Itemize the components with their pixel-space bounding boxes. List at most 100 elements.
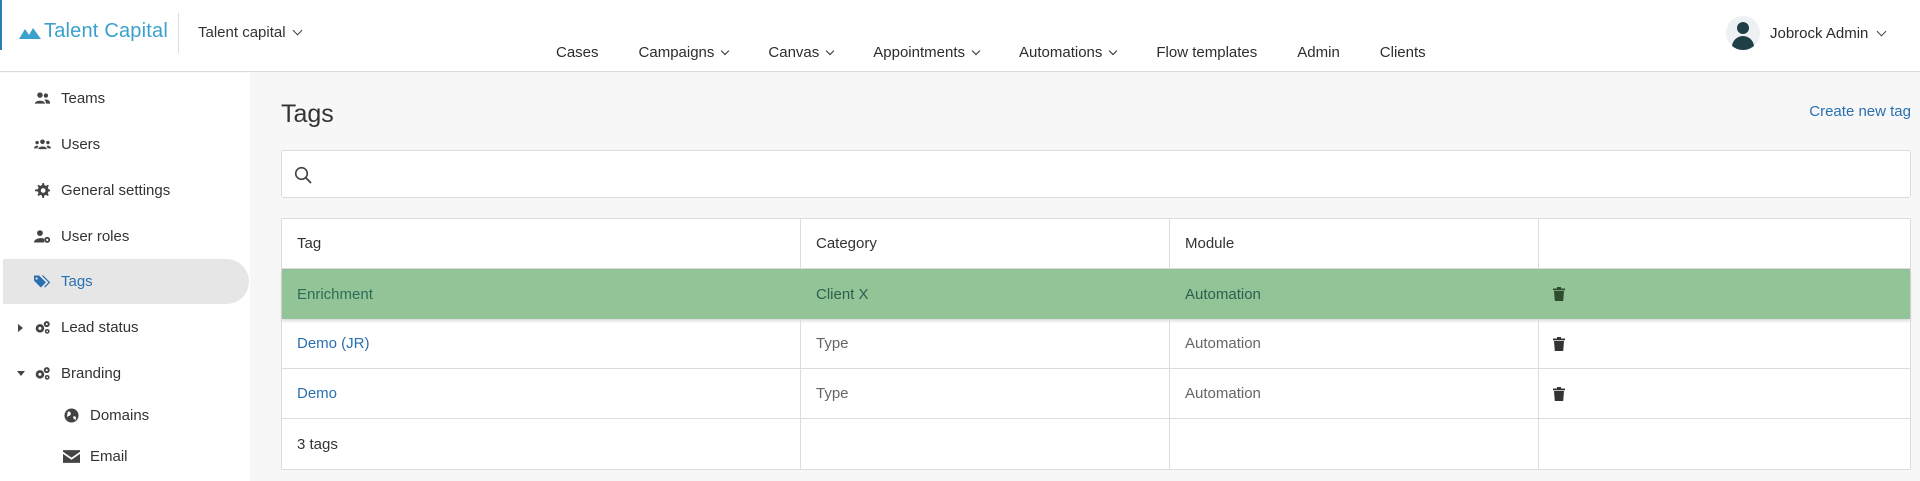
sidebar-item-label: Lead status	[61, 319, 139, 336]
chevron-down-icon	[1109, 46, 1118, 55]
row-actions	[1539, 319, 1910, 368]
tag-module: Automation	[1185, 285, 1261, 303]
tag-name[interactable]: Enrichment	[282, 269, 801, 319]
trash-icon[interactable]	[1553, 287, 1565, 301]
divider	[178, 13, 179, 53]
nav-label: Cases	[556, 44, 599, 61]
caret-down-icon[interactable]	[17, 371, 25, 376]
tag-link[interactable]: Demo	[297, 385, 337, 402]
trash-icon[interactable]	[1553, 386, 1565, 401]
sidebar-item-label: General settings	[61, 182, 171, 199]
avatar	[1726, 16, 1760, 50]
main-nav: Cases Campaigns Canvas Appointments Auto…	[556, 44, 1466, 61]
nav-label: Canvas	[768, 44, 820, 61]
tag-link[interactable]: Enrichment	[297, 286, 373, 303]
user-cog-icon	[33, 229, 51, 245]
column-header-module[interactable]: Module	[1170, 219, 1539, 268]
sidebar-item-label: Domains	[90, 407, 150, 424]
sidebar-item-users[interactable]: Users	[3, 122, 249, 167]
chevron-down-icon	[971, 46, 981, 55]
tags-table: Tag Category Module Enrichment Client X …	[281, 218, 1911, 470]
row-actions	[1539, 269, 1910, 319]
brand-name: Talent Capital	[44, 20, 168, 42]
nav-label: Campaigns	[638, 44, 715, 61]
table-row[interactable]: Demo Type Automation	[282, 369, 1910, 419]
row-actions	[1539, 369, 1910, 418]
logo-mountain-icon	[19, 27, 41, 39]
nav-admin[interactable]: Admin	[1297, 44, 1360, 61]
column-header-tag[interactable]: Tag	[282, 219, 801, 268]
nav-flow-templates[interactable]: Flow templates	[1156, 44, 1277, 61]
create-new-tag-link[interactable]: Create new tag	[1809, 103, 1911, 120]
nav-clients[interactable]: Clients	[1380, 44, 1446, 61]
tag-module: Automation	[1170, 369, 1539, 418]
globe-icon	[62, 408, 80, 424]
column-header-actions	[1539, 219, 1910, 268]
sidebar-item-email[interactable]: Email	[3, 434, 249, 479]
user-group-icon	[33, 137, 51, 153]
search-box[interactable]	[281, 150, 1911, 198]
edge-accent	[0, 0, 2, 50]
chevron-down-icon	[1876, 26, 1887, 36]
table-footer-row: 3 tags	[282, 419, 1910, 469]
workspace-selector[interactable]: Talent capital	[198, 24, 303, 41]
nav-label: Admin	[1297, 44, 1340, 61]
nav-label: Clients	[1379, 44, 1426, 61]
sidebar-item-lead-status[interactable]: Lead status	[3, 305, 249, 350]
sidebar-item-branding[interactable]: Branding	[3, 351, 249, 396]
nav-label: Automations	[1019, 44, 1103, 61]
user-menu[interactable]: Jobrock Admin	[1726, 16, 1887, 50]
chevron-down-icon	[292, 25, 303, 36]
sidebar-item-tags[interactable]: Tags	[3, 259, 249, 304]
sidebar-item-label: Email	[90, 448, 128, 465]
search-icon	[294, 166, 312, 184]
sidebar-item-domains[interactable]: Domains	[3, 393, 249, 438]
gear-icon	[33, 183, 51, 199]
nav-automations[interactable]: Automations	[1019, 44, 1136, 61]
trash-icon[interactable]	[1553, 336, 1565, 351]
sidebar-item-teams[interactable]: Teams	[3, 76, 249, 121]
table-row[interactable]: Demo (JR) Type Automation	[282, 319, 1910, 369]
caret-right-icon[interactable]	[18, 323, 23, 332]
tag-category: Client X	[816, 285, 869, 303]
table-header-row: Tag Category Module	[282, 219, 1910, 269]
chevron-down-icon	[826, 46, 835, 55]
sidebar-item-label: Tags	[61, 273, 93, 290]
envelope-icon	[62, 449, 80, 465]
tags-icon	[33, 274, 51, 290]
footer-cell	[1170, 419, 1539, 469]
user-name: Jobrock Admin	[1770, 24, 1869, 42]
tag-count: 3 tags	[282, 419, 801, 469]
sidebar-item-user-roles[interactable]: User roles	[3, 214, 249, 259]
sidebar-item-label: User roles	[61, 228, 130, 245]
nav-appointments[interactable]: Appointments	[873, 44, 999, 61]
tag-link[interactable]: Demo (JR)	[297, 335, 370, 352]
sidebar-item-label: Users	[61, 136, 101, 153]
sidebar-item-label: Branding	[61, 365, 122, 382]
nav-campaigns[interactable]: Campaigns	[639, 44, 749, 61]
tag-category: Type	[801, 369, 1170, 418]
tag-name[interactable]: Demo (JR)	[282, 319, 801, 368]
nav-label: Flow templates	[1156, 44, 1258, 61]
column-header-category[interactable]: Category	[801, 219, 1170, 268]
footer-cell	[801, 419, 1170, 469]
tag-module: Automation	[1170, 319, 1539, 368]
nav-canvas[interactable]: Canvas	[768, 44, 853, 61]
page-title: Tags	[281, 100, 334, 128]
gears-icon	[33, 320, 51, 336]
sidebar-item-general-settings[interactable]: General settings	[3, 168, 249, 213]
nav-label: Appointments	[873, 44, 965, 61]
sidebar-item-label: Teams	[61, 90, 106, 107]
users-icon	[33, 91, 51, 107]
workspace-label: Talent capital	[198, 24, 286, 41]
brand-logo[interactable]: Talent Capital	[18, 20, 168, 43]
top-bar: Talent Capital Talent capital Cases Camp…	[0, 0, 1920, 72]
gears-icon	[33, 366, 51, 382]
footer-cell	[1539, 419, 1910, 469]
table-row[interactable]: Enrichment Client X Automation	[282, 269, 1910, 319]
tag-name[interactable]: Demo	[282, 369, 801, 418]
chevron-down-icon	[721, 46, 730, 55]
tag-category: Type	[801, 319, 1170, 368]
nav-cases[interactable]: Cases	[556, 44, 619, 61]
search-input[interactable]	[322, 159, 1892, 191]
